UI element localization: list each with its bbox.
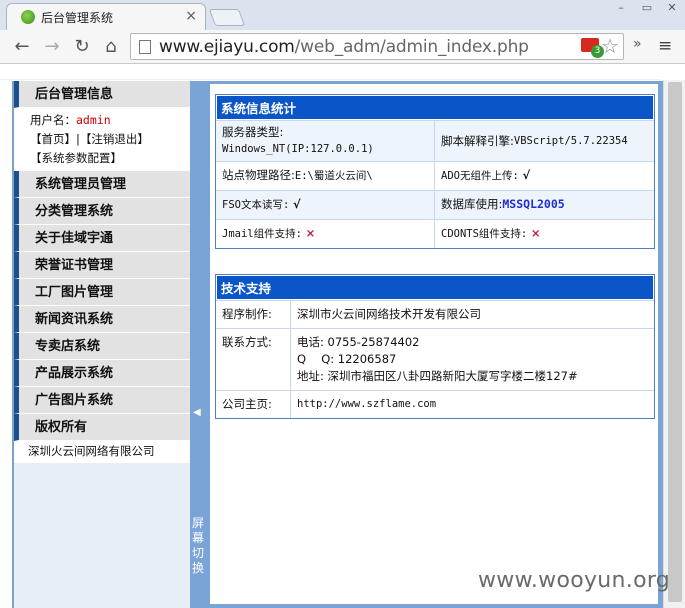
system-config-link[interactable]: 【系统参数配置】 — [30, 149, 186, 168]
cdonts-cross-icon: × — [530, 226, 541, 240]
china-flag-icon[interactable]: 3 — [581, 38, 604, 58]
table-row: 服务器类型: Windows_NT(IP:127.0.0.1) 脚本解释引擎: … — [216, 120, 654, 161]
site-favicon-icon — [21, 10, 35, 24]
ado-check-icon: √ — [522, 168, 531, 182]
url-text: www.ejiayu.com/web_adm/admin_index.php — [159, 36, 529, 57]
frame-splitter[interactable]: ◀ 屏幕切换 — [190, 81, 206, 608]
table-row: 联系方式: 电话: 0755-25874402 Q Q: 12206587 地址… — [216, 328, 654, 390]
fso-check-icon: √ — [292, 197, 301, 211]
server-type-value: Windows_NT(IP:127.0.0.1) — [222, 143, 374, 155]
browser-tab[interactable]: 后台管理系统 × — [6, 3, 206, 30]
screen-switch-label[interactable]: 屏幕切换 — [192, 516, 204, 576]
watermark: www.wooyun.org — [478, 568, 671, 593]
system-stats-table: 系统信息统计 服务器类型: Windows_NT(IP:127.0.0.1) 脚… — [215, 94, 655, 249]
page-content: 后台管理信息 用户名：admin 【首页】|【注销退出】 【系统参数配置】 系统… — [0, 64, 685, 608]
browser-menu-icon[interactable]: ≡ — [658, 36, 672, 56]
table-row: 程序制作: 深圳市火云间网络技术开发有限公司 — [216, 300, 654, 328]
jmail-cross-icon: × — [305, 226, 316, 240]
sidebar-header: 后台管理信息 — [14, 81, 192, 108]
tab-close-icon[interactable]: × — [185, 8, 197, 24]
fso-label: FSO文本读写: — [222, 199, 290, 211]
vertical-scrollbar[interactable] — [663, 80, 685, 608]
support-title: 技术支持 — [216, 275, 654, 300]
table-row: Jmail组件支持: × CDONTS组件支持: × — [216, 219, 654, 248]
table-row: 公司主页: http://www.szflame.com — [216, 390, 654, 418]
table-row: FSO文本读写: √ 数据库使用:MSSQL2005 — [216, 190, 654, 219]
cdonts-label: CDONTS组件支持: — [441, 228, 528, 240]
physical-path-value: E:\蜀道火云间\ — [294, 170, 373, 182]
browser-tab-strip: 后台管理系统 × – ▭ ✕ — [0, 0, 685, 30]
main-inner: 系统信息统计 服务器类型: Windows_NT(IP:127.0.0.1) 脚… — [210, 84, 658, 604]
forward-arrow-icon[interactable]: → — [40, 35, 64, 59]
script-engine-label: 脚本解释引擎: — [441, 133, 514, 148]
window-close-icon[interactable]: ✕ — [661, 0, 683, 18]
minimize-icon[interactable]: – — [610, 0, 632, 18]
extensions-overflow-icon[interactable]: » — [633, 36, 642, 52]
stats-title: 系统信息统计 — [216, 95, 654, 120]
sidebar-footer: 深圳火云间网络有限公司 — [14, 441, 192, 463]
contact-address: 地址: 深圳市福田区八卦四路新阳大厦写字楼二楼127# — [297, 369, 578, 383]
ado-label: ADO无组件上传: — [441, 170, 519, 182]
reload-icon[interactable]: ↻ — [70, 35, 94, 59]
browser-toolbar: ← → ↻ ⌂ www.ejiayu.com/web_adm/admin_ind… — [0, 30, 685, 64]
home-label: 公司主页: — [216, 391, 291, 418]
user-label: 用户名： — [30, 113, 76, 127]
new-tab-button[interactable] — [208, 9, 246, 26]
top-frame — [0, 64, 660, 80]
physical-path-label: 站点物理路径: — [222, 168, 295, 182]
jmail-label: Jmail组件支持: — [222, 228, 302, 240]
tab-title: 后台管理系统 — [41, 10, 114, 25]
sidebar-item-admin-manage[interactable]: 系统管理员管理 — [14, 171, 192, 198]
user-name: admin — [76, 113, 111, 127]
collapse-arrow-icon[interactable]: ◀ — [193, 407, 201, 418]
maker-label: 程序制作: — [216, 301, 291, 328]
page-icon — [139, 39, 151, 54]
contact-phone: 电话: 0755-25874402 — [297, 335, 420, 349]
sidebar-item-about[interactable]: 关于佳域宇通 — [14, 225, 192, 252]
address-bar[interactable]: www.ejiayu.com/web_adm/admin_index.php 3… — [130, 33, 624, 60]
sidebar-item-copyright[interactable]: 版权所有 — [14, 414, 192, 441]
db-label: 数据库使用: — [441, 197, 503, 211]
sidebar-item-category-manage[interactable]: 分类管理系统 — [14, 198, 192, 225]
table-row: 站点物理路径:E:\蜀道火云间\ ADO无组件上传: √ — [216, 161, 654, 190]
db-value: MSSQL2005 — [502, 197, 565, 211]
sidebar-item-products[interactable]: 产品展示系统 — [14, 360, 192, 387]
home-icon[interactable]: ⌂ — [99, 35, 123, 59]
back-arrow-icon[interactable]: ← — [10, 35, 34, 59]
sidebar-item-stores[interactable]: 专卖店系统 — [14, 333, 192, 360]
script-engine-value: VBScript/5.7.22354 — [513, 134, 628, 147]
main-frame: 系统信息统计 服务器类型: Windows_NT(IP:127.0.0.1) 脚… — [206, 81, 663, 608]
tech-support-table: 技术支持 程序制作: 深圳市火云间网络技术开发有限公司 联系方式: 电话: 07… — [215, 274, 655, 419]
contact-label: 联系方式: — [216, 329, 291, 390]
sidebar-item-news[interactable]: 新闻资讯系统 — [14, 306, 192, 333]
contact-qq: Q Q: 12206587 — [297, 352, 397, 366]
sidebar-item-honors[interactable]: 荣誉证书管理 — [14, 252, 192, 279]
home-logout-links[interactable]: 【首页】|【注销退出】 — [30, 130, 186, 149]
sidebar-item-ads[interactable]: 广告图片系统 — [14, 387, 192, 414]
company-homepage-link[interactable]: http://www.szflame.com — [291, 391, 654, 418]
user-info-box: 用户名：admin 【首页】|【注销退出】 【系统参数配置】 — [14, 108, 192, 171]
bookmark-star-icon[interactable]: ☆ — [601, 34, 619, 58]
sidebar-item-factory-images[interactable]: 工厂图片管理 — [14, 279, 192, 306]
scrollbar-thumb[interactable] — [668, 82, 682, 602]
maximize-icon[interactable]: ▭ — [636, 0, 658, 18]
server-type-label: 服务器类型: — [222, 125, 284, 139]
maker-value: 深圳市火云间网络技术开发有限公司 — [297, 307, 481, 321]
left-menu-panel: 后台管理信息 用户名：admin 【首页】|【注销退出】 【系统参数配置】 系统… — [12, 81, 192, 608]
